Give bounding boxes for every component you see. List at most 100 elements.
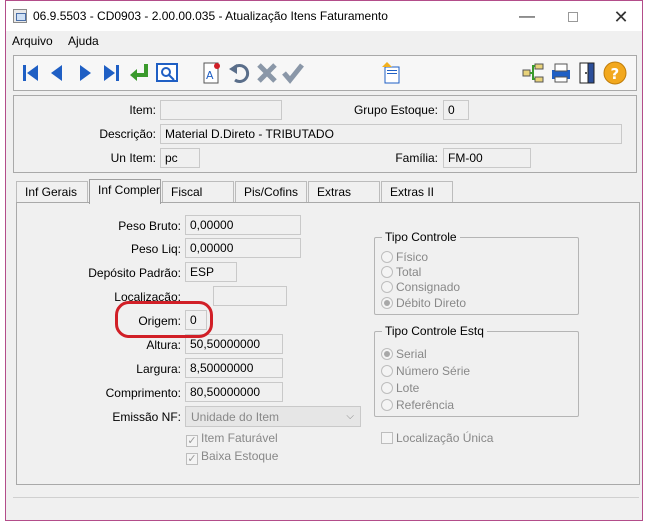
radio-selected-icon [381, 348, 393, 360]
localizacao-unica-label: Localização Única [396, 431, 494, 445]
tipo-controle-group: Tipo Controle Físico Total Consignado Dé… [374, 230, 579, 315]
menu-ajuda[interactable]: Ajuda [68, 34, 99, 48]
radio-debito-direto[interactable]: Débito Direto [381, 296, 466, 310]
item-header-panel: Item: Grupo Estoque: 0 Descrição: Materi… [13, 95, 637, 173]
comprimento-field[interactable]: 80,50000000 [185, 382, 283, 402]
svg-text:?: ? [611, 65, 620, 83]
radio-numero-serie[interactable]: Número Série [381, 364, 470, 378]
radio-referencia-label: Referência [396, 398, 455, 412]
radio-lote-label: Lote [396, 381, 420, 395]
checkmark-icon: ✓ [186, 435, 198, 447]
descricao-field[interactable]: Material D.Direto - TRIBUTADO [160, 124, 622, 144]
checkbox-icon [381, 432, 393, 444]
localizacao-unica-checkbox[interactable]: Localização Única [381, 431, 493, 447]
chevron-down-icon: ⌵ [346, 411, 354, 422]
familia-field[interactable]: FM-00 [443, 148, 531, 168]
emissao-nf-value: Unidade do Item [191, 410, 280, 424]
close-button[interactable]: ✕ [598, 5, 642, 29]
comprimento-label: Comprimento: [105, 386, 181, 400]
print-icon[interactable] [548, 60, 574, 86]
item-label: Item: [129, 103, 156, 117]
un-item-field[interactable]: pc [160, 148, 200, 168]
minimize-button[interactable]: — [504, 5, 550, 29]
radio-icon [381, 281, 393, 293]
radio-fisico-label: Físico [396, 250, 429, 264]
tab-inf-gerais[interactable]: Inf Gerais [16, 181, 88, 203]
baixa-estoque-checkbox[interactable]: ✓ Baixa Estoque [186, 449, 278, 465]
first-record-icon[interactable] [18, 60, 44, 86]
radio-total[interactable]: Total [381, 265, 421, 279]
altura-label: Altura: [146, 338, 181, 352]
radio-total-label: Total [396, 265, 422, 279]
tab-fiscal[interactable]: Fiscal [162, 181, 234, 203]
previous-record-icon[interactable] [44, 60, 70, 86]
peso-bruto-field[interactable]: 0,00000 [185, 215, 301, 235]
tipo-controle-estq-title: Tipo Controle Estq [382, 324, 487, 338]
tab-extras[interactable]: Extras [308, 181, 380, 203]
radio-icon [381, 251, 393, 263]
status-bar [13, 497, 639, 517]
goto-icon[interactable] [126, 60, 152, 86]
hierarchy-icon[interactable] [520, 60, 546, 86]
svg-text:A: A [206, 69, 214, 82]
maximize-button[interactable] [550, 5, 596, 29]
item-faturavel-label: Item Faturável [201, 431, 278, 445]
tipo-controle-estq-group: Tipo Controle Estq Serial Número Série L… [374, 324, 579, 417]
radio-selected-icon [381, 297, 393, 309]
radio-icon [381, 266, 393, 278]
deposito-padrao-field[interactable]: ESP [185, 262, 237, 282]
item-field[interactable] [160, 100, 282, 120]
tab-extras-ii[interactable]: Extras II [381, 181, 453, 203]
new-record-icon[interactable]: A [198, 60, 224, 86]
radio-icon [381, 399, 393, 411]
save-icon[interactable] [280, 60, 306, 86]
peso-liq-label: Peso Liq: [130, 242, 181, 256]
app-window: 06.9.5503 - CD0903 - 2.00.00.035 - Atual… [5, 0, 643, 521]
copy-icon[interactable] [378, 60, 404, 86]
largura-label: Largura: [136, 362, 181, 376]
largura-field[interactable]: 8,50000000 [185, 358, 283, 378]
zoom-icon[interactable] [154, 60, 180, 86]
cancel-icon[interactable] [254, 60, 280, 86]
origem-highlight-annotation [115, 301, 213, 338]
radio-serial[interactable]: Serial [381, 347, 427, 361]
undo-icon[interactable] [226, 60, 252, 86]
tab-pis-cofins[interactable]: Pis/Cofins [235, 181, 307, 203]
grupo-estoque-label: Grupo Estoque: [353, 103, 438, 117]
baixa-estoque-label: Baixa Estoque [201, 449, 279, 463]
peso-liq-field[interactable]: 0,00000 [185, 238, 301, 258]
un-item-label: Un Item: [110, 151, 156, 165]
maximize-icon [568, 12, 578, 22]
radio-fisico[interactable]: Físico [381, 250, 428, 264]
tab-panel-inf-complementares: Peso Bruto: 0,00000 Peso Liq: 0,00000 De… [16, 202, 640, 485]
radio-icon [381, 365, 393, 377]
item-faturavel-checkbox[interactable]: ✓ Item Faturável [186, 431, 278, 447]
radio-referencia[interactable]: Referência [381, 398, 454, 412]
exit-icon[interactable] [574, 60, 600, 86]
emissao-nf-select[interactable]: Unidade do Item ⌵ [185, 406, 361, 427]
title-bar: 06.9.5503 - CD0903 - 2.00.00.035 - Atual… [6, 1, 642, 31]
app-icon [13, 9, 27, 23]
radio-numero-serie-label: Número Série [396, 364, 471, 378]
radio-serial-label: Serial [396, 347, 427, 361]
radio-debito-direto-label: Débito Direto [396, 296, 467, 310]
checkmark-icon: ✓ [186, 453, 198, 465]
radio-lote[interactable]: Lote [381, 381, 419, 395]
descricao-label: Descrição: [99, 127, 156, 141]
radio-consignado[interactable]: Consignado [381, 280, 460, 294]
tipo-controle-title: Tipo Controle [382, 230, 460, 244]
menu-bar: Arquivo Ajuda [6, 31, 642, 51]
tab-strip: Inf Gerais Inf Compler Fiscal Pis/Cofins… [16, 179, 638, 204]
last-record-icon[interactable] [98, 60, 124, 86]
emissao-nf-label: Emissão NF: [112, 410, 181, 424]
localizacao-field[interactable] [213, 286, 287, 306]
radio-icon [381, 382, 393, 394]
menu-arquivo[interactable]: Arquivo [12, 34, 53, 48]
next-record-icon[interactable] [72, 60, 98, 86]
familia-label: Família: [395, 151, 438, 165]
window-title: 06.9.5503 - CD0903 - 2.00.00.035 - Atual… [33, 9, 388, 23]
tab-inf-complementares[interactable]: Inf Compler [89, 179, 161, 204]
help-icon[interactable]: ? [602, 60, 628, 86]
peso-bruto-label: Peso Bruto: [118, 219, 181, 233]
grupo-estoque-field[interactable]: 0 [443, 100, 469, 120]
